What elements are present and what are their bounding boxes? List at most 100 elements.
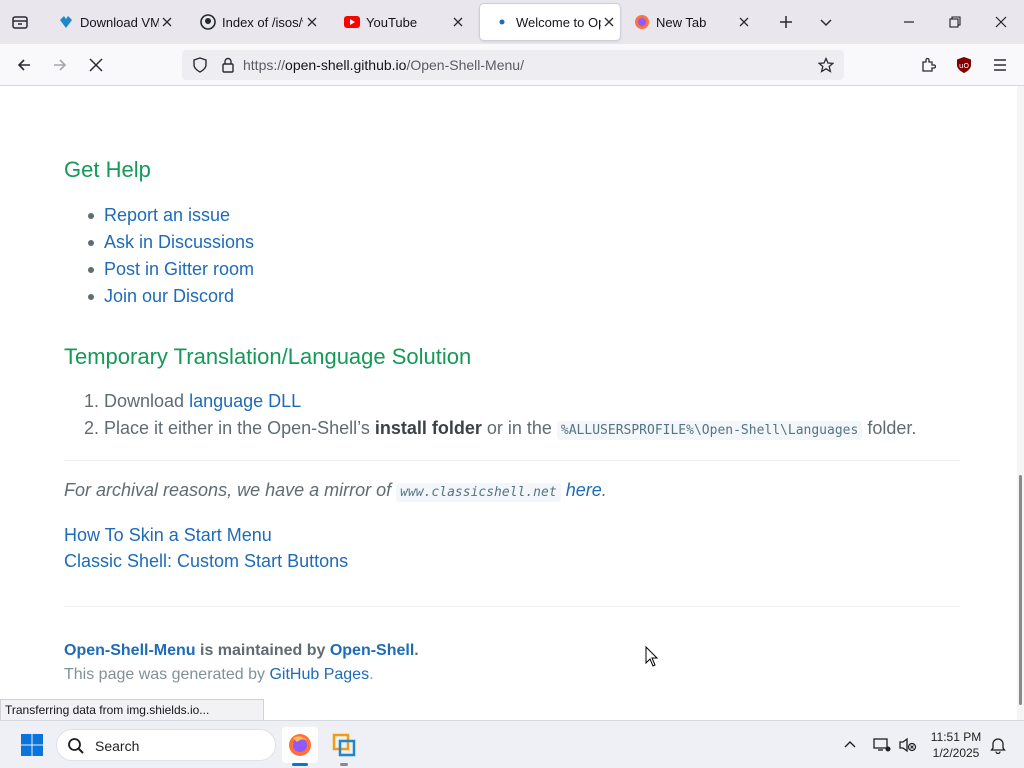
translation-heading: Temporary Translation/Language Solution	[64, 344, 472, 369]
restore-icon	[949, 16, 961, 28]
close-tab-icon[interactable]	[601, 10, 616, 34]
url-text[interactable]: https://open-shell.github.io/Open-Shell-…	[243, 57, 524, 73]
forward-button[interactable]	[44, 49, 76, 81]
page-content: Get Help Report an issue Ask in Discussi…	[0, 86, 1017, 720]
skin-start-menu-link[interactable]: How To Skin a Start Menu	[64, 525, 272, 545]
status-bar: Transferring data from img.shields.io...	[0, 699, 264, 721]
gitter-link[interactable]: Post in Gitter room	[104, 259, 254, 279]
notifications-button[interactable]	[980, 727, 1016, 763]
bullet-icon	[88, 267, 94, 273]
archive-here-link[interactable]: here	[566, 480, 602, 500]
report-issue-link[interactable]: Report an issue	[104, 205, 230, 225]
mouse-cursor-icon	[645, 646, 659, 667]
bullet-icon	[88, 240, 94, 246]
skin-start-menu-row: How To Skin a Start Menu	[64, 525, 272, 546]
arrow-right-icon	[54, 59, 67, 71]
show-hidden-icons-button[interactable]	[832, 727, 868, 763]
tracking-protection-icon[interactable]	[188, 53, 212, 77]
discussions-link[interactable]: Ask in Discussions	[104, 232, 254, 252]
puzzle-icon	[922, 57, 936, 72]
bullet-icon	[88, 213, 94, 219]
search-label: Search	[95, 738, 140, 754]
close-tab-icon[interactable]	[732, 10, 756, 34]
vmware-icon	[58, 14, 74, 30]
ublock-shield-icon: uO	[957, 57, 971, 73]
tab-welcome-open-shell[interactable]: Welcome to Open-Shell	[480, 4, 620, 40]
bullet-icon	[88, 294, 94, 300]
plus-icon	[780, 16, 792, 28]
windows-logo-icon	[21, 734, 43, 756]
list-item: Ask in Discussions	[88, 229, 254, 256]
bell-icon	[990, 738, 1006, 754]
list-item: Post in Gitter room	[88, 256, 254, 283]
translation-steps: 1. Download language DLL 2. Place it eit…	[84, 388, 916, 442]
tab-overview-button[interactable]	[6, 8, 34, 36]
classicshell-domain-code: www.classicshell.net	[396, 483, 561, 502]
bookmark-star-icon[interactable]	[814, 53, 838, 77]
open-shell-menu-link[interactable]: Open-Shell-Menu	[64, 642, 196, 659]
list-item: Report an issue	[88, 202, 254, 229]
extensions-button[interactable]	[912, 49, 944, 81]
network-icon	[873, 738, 891, 752]
discord-link[interactable]: Join our Discord	[104, 286, 234, 306]
restore-button[interactable]	[932, 0, 978, 44]
tab-new-tab[interactable]: New Tab	[620, 4, 760, 40]
start-button[interactable]	[14, 727, 50, 763]
close-icon	[995, 16, 1007, 28]
new-tab-button[interactable]	[772, 8, 800, 36]
step-1: 1. Download language DLL	[84, 391, 302, 411]
divider	[64, 460, 960, 461]
address-bar[interactable]: https://open-shell.github.io/Open-Shell-…	[182, 50, 844, 80]
step-2: 2. Place it either in the Open-Shell’s i…	[84, 418, 917, 440]
stop-icon	[89, 58, 103, 72]
svg-text:uO: uO	[959, 62, 969, 70]
footer-maintained: Open-Shell-Menu is maintained by Open-Sh…	[64, 642, 419, 659]
scrollbar-thumb[interactable]	[1019, 475, 1022, 705]
close-tab-icon[interactable]	[303, 10, 322, 34]
archive-note: For archival reasons, we have a mirror o…	[64, 480, 607, 502]
minimize-button[interactable]	[886, 0, 932, 44]
close-tab-icon[interactable]	[446, 10, 470, 34]
close-window-button[interactable]	[978, 0, 1024, 44]
close-tab-icon[interactable]	[159, 10, 176, 34]
taskbar-firefox[interactable]	[282, 727, 318, 763]
ublock-origin-button[interactable]: uO	[948, 49, 980, 81]
loading-dot-icon	[494, 14, 510, 30]
firefox-icon	[634, 14, 650, 30]
get-help-heading: Get Help	[64, 157, 151, 182]
chevron-up-icon	[844, 741, 856, 748]
tab-index-of-isos[interactable]: Index of /isos/win	[186, 4, 326, 40]
tab-youtube[interactable]: YouTube	[330, 4, 474, 40]
custom-start-buttons-link[interactable]: Classic Shell: Custom Start Buttons	[64, 551, 348, 571]
install-folder-text: install folder	[374, 418, 482, 438]
taskbar-search-box[interactable]: Search	[56, 729, 276, 761]
back-button[interactable]	[8, 49, 40, 81]
github-pages-link[interactable]: GitHub Pages	[269, 666, 369, 683]
stop-loading-button[interactable]	[80, 49, 112, 81]
hamburger-icon	[994, 59, 1006, 71]
tab-download-vmware[interactable]: Download VMware	[44, 4, 180, 40]
running-app-indicator	[340, 763, 348, 766]
speaker-muted-icon	[899, 737, 917, 753]
vmware-workstation-icon	[332, 733, 356, 757]
search-icon	[68, 738, 84, 754]
menu-button[interactable]	[984, 49, 1016, 81]
list-all-tabs-button[interactable]	[812, 8, 840, 36]
navigation-toolbar: https://open-shell.github.io/Open-Shell-…	[0, 44, 1024, 86]
tab-strip: Download VMware Index of /isos/win YouTu…	[0, 0, 1024, 44]
language-dll-link[interactable]: language DLL	[189, 391, 301, 411]
open-shell-owner-link[interactable]: Open-Shell	[330, 642, 414, 659]
lock-icon[interactable]	[216, 53, 240, 77]
help-links-list: Report an issue Ask in Discussions Post …	[88, 202, 254, 310]
custom-start-buttons-row: Classic Shell: Custom Start Buttons	[64, 551, 348, 572]
footer-generated: This page was generated by GitHub Pages.	[64, 666, 374, 683]
taskbar-vmware[interactable]	[326, 727, 362, 763]
list-item: Join our Discord	[88, 283, 254, 310]
divider	[64, 606, 960, 607]
languages-path-code: %ALLUSERSPROFILE%\Open-Shell\Languages	[556, 421, 863, 440]
active-app-indicator	[292, 763, 308, 766]
firefox-icon	[289, 734, 311, 756]
arrow-left-icon	[17, 59, 30, 71]
windows-taskbar: Search 11:51 PM 1/2/2025	[0, 720, 1024, 768]
tab-overview-icon	[12, 16, 28, 29]
